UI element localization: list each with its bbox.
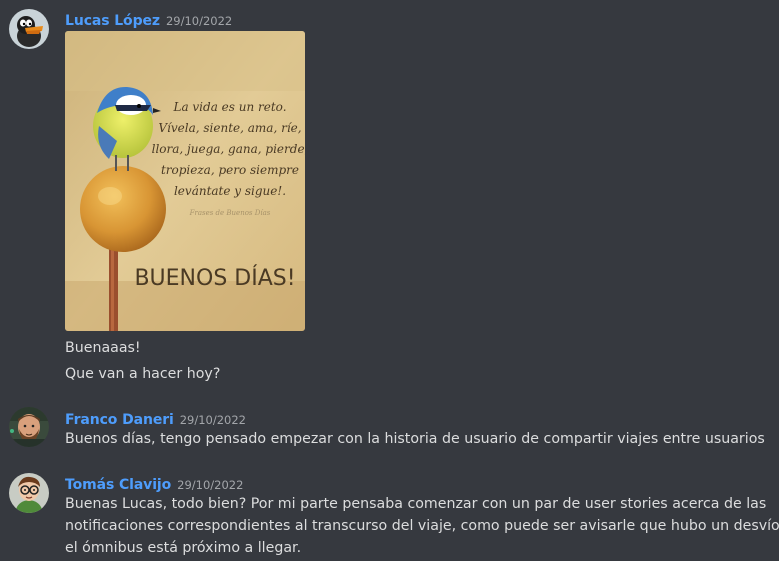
username[interactable]: Tomás Clavijo: [65, 477, 171, 493]
message-line: el ómnibus está próximo a llegar.: [65, 540, 302, 556]
username[interactable]: Lucas López: [65, 13, 160, 29]
glasses-cartoon-avatar-icon[interactable]: [9, 473, 49, 513]
message-line: Buenos días, tengo pensado empezar con l…: [65, 431, 765, 447]
bearded-man-avatar-icon[interactable]: [9, 407, 49, 447]
headline-text: BUENOS DÍAS!: [134, 265, 295, 291]
message-line: Buenaaas!: [65, 340, 141, 356]
message-header: Lucas López 29/10/2022: [65, 10, 232, 29]
image-attachment[interactable]: La vida es un reto. Vívela, siente, ama,…: [65, 31, 305, 331]
message-line: Que van a hacer hoy?: [65, 366, 221, 382]
quote-line: tropieza, pero siempre: [161, 163, 299, 177]
message-header: Tomás Clavijo 29/10/2022: [65, 474, 243, 493]
timestamp: 29/10/2022: [165, 14, 233, 28]
quote-line: La vida es un reto.: [172, 100, 286, 114]
message-line: Buenas Lucas, todo bien? Por mi parte pe…: [65, 496, 767, 512]
duck-cartoon-avatar-icon[interactable]: [9, 9, 49, 49]
chat-message-list: Lucas López 29/10/2022 La vida es un ret…: [0, 0, 779, 561]
quote-line: Vívela, siente, ama, ríe,: [158, 121, 301, 135]
username[interactable]: Franco Daneri: [65, 412, 174, 428]
watermark-text: Frases de Buenos Días: [189, 209, 271, 217]
timestamp: 29/10/2022: [177, 478, 244, 492]
quote-line: levántate y sigue!.: [174, 184, 286, 198]
quote-line: llora, juega, gana, pierde,: [152, 142, 305, 156]
timestamp: 29/10/2022: [179, 413, 247, 427]
message-header: Franco Daneri 29/10/2022: [65, 409, 246, 428]
message-line: notificaciones correspondientes al trans…: [65, 518, 779, 534]
